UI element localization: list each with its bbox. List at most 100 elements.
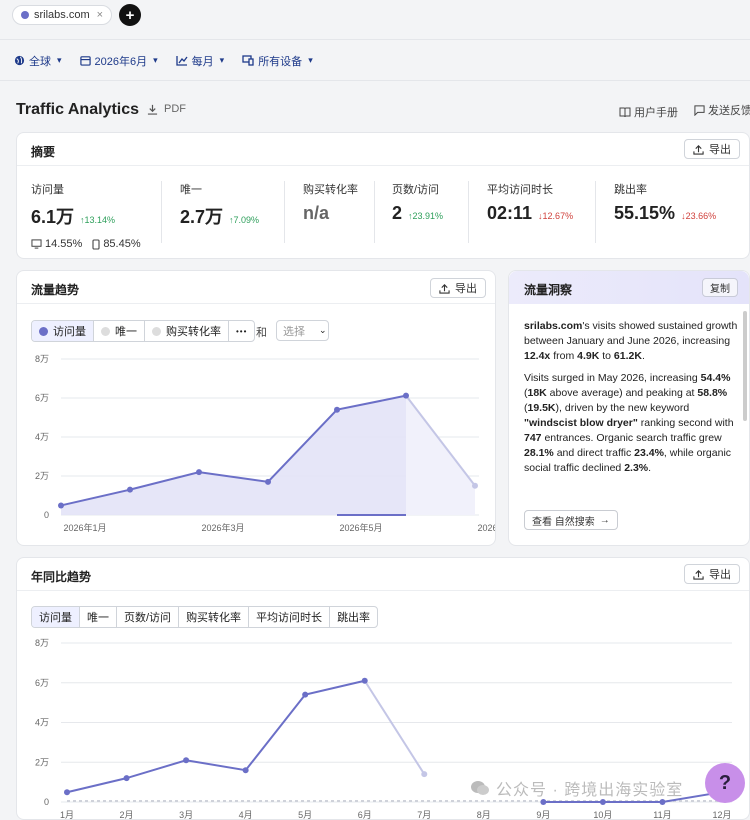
top-bar: srilabs.com × + bbox=[0, 0, 750, 40]
trend-export-button[interactable]: 导出 bbox=[430, 278, 486, 298]
compare-select[interactable]: 选择 ⌄ bbox=[276, 320, 329, 341]
metric-number: 55.15% bbox=[614, 203, 676, 223]
filter-region[interactable]: 全球 ▾ bbox=[14, 53, 62, 69]
metric-delta: ↑13.14% bbox=[80, 215, 116, 225]
watermark-text: 公众号 · 跨境出海实验室 bbox=[496, 782, 684, 799]
radio-icon bbox=[101, 326, 110, 336]
divider bbox=[468, 181, 469, 243]
y-tick-label: 8万 bbox=[35, 354, 49, 364]
insight-paragraph: Visits surged in May 2026, increasing 54… bbox=[524, 371, 738, 476]
domain-label: srilabs.com bbox=[34, 9, 90, 21]
book-icon bbox=[619, 107, 631, 117]
insight-header: 流量洞察 复制 bbox=[509, 271, 749, 304]
summary-title: 摘要 bbox=[31, 145, 56, 159]
tab-label: 唯一 bbox=[115, 326, 137, 338]
x-tick-label: 4月 bbox=[239, 810, 253, 820]
pdf-label: PDF bbox=[164, 103, 186, 115]
insight-title: 流量洞察 bbox=[524, 283, 573, 297]
tab-conversion[interactable]: 购买转化率 bbox=[145, 321, 229, 341]
traffic-trend-card: 流量趋势 导出 访问量 唯一 购买转化率 ••• 和 选择 ⌄ 8万 6万 4万 2万… bbox=[16, 270, 496, 546]
metric-number: 02:11 bbox=[487, 203, 533, 223]
tab-avg-duration[interactable]: 平均访问时长 bbox=[249, 607, 331, 627]
upload-icon bbox=[693, 144, 704, 155]
metric-value: 2 ↑23.91% bbox=[392, 203, 443, 224]
tab-visits[interactable]: 访问量 bbox=[32, 607, 80, 627]
help-button[interactable]: ? bbox=[705, 763, 745, 803]
x-tick-label: 6月 bbox=[358, 810, 372, 820]
divider bbox=[595, 181, 596, 243]
tab-conversion[interactable]: 购买转化率 bbox=[179, 607, 250, 627]
metric-delta: ↓12.67% bbox=[538, 211, 574, 221]
divider bbox=[374, 181, 375, 243]
filter-granularity[interactable]: 每月 ▾ bbox=[176, 53, 224, 69]
filter-devices[interactable]: 所有设备 ▾ bbox=[242, 53, 313, 69]
data-point bbox=[64, 789, 70, 796]
metric-number: 2.7万 bbox=[180, 207, 224, 227]
metric-number: 6.1万 bbox=[31, 207, 75, 227]
metric-label: 页数/访问 bbox=[392, 184, 440, 196]
highlight: 28.1% bbox=[524, 447, 554, 459]
data-point bbox=[472, 482, 478, 489]
more-options-button[interactable]: ••• bbox=[229, 321, 254, 341]
chat-icon bbox=[694, 104, 705, 116]
chevron-down-icon: ▾ bbox=[308, 55, 313, 65]
feedback-button[interactable]: 发送反馈 bbox=[694, 102, 750, 118]
feedback-label: 发送反馈 bbox=[708, 105, 750, 117]
x-tick-label: 2026年3月 bbox=[201, 522, 244, 533]
x-tick-label: 1月 bbox=[60, 810, 74, 820]
data-point bbox=[302, 691, 309, 698]
domain-chip[interactable]: srilabs.com × bbox=[12, 5, 113, 25]
pdf-download-button[interactable]: PDF bbox=[147, 103, 186, 115]
watermark: 公众号 · 跨境出海实验室 bbox=[470, 776, 683, 800]
tab-bounce-rate[interactable]: 跳出率 bbox=[330, 607, 377, 627]
data-point bbox=[334, 406, 340, 413]
text: to bbox=[599, 350, 614, 362]
devices-icon bbox=[242, 55, 254, 66]
metric-delta: ↑7.09% bbox=[229, 215, 260, 225]
copy-button[interactable]: 复制 bbox=[702, 278, 738, 297]
tab-unique[interactable]: 唯一 bbox=[94, 321, 145, 341]
user-manual-button[interactable]: 用户手册 bbox=[619, 104, 678, 120]
filter-region-label: 全球 bbox=[29, 55, 51, 68]
add-domain-button[interactable]: + bbox=[119, 4, 141, 26]
text: and direct traffic bbox=[553, 447, 635, 459]
filter-devices-label: 所有设备 bbox=[258, 55, 303, 68]
tab-visits[interactable]: 访问量 bbox=[32, 321, 94, 341]
view-label: 查看 自然搜索 bbox=[532, 516, 595, 528]
summary-export-button[interactable]: 导出 bbox=[684, 139, 740, 159]
title-bar: Traffic Analytics PDF 用户手册 发送反馈 bbox=[0, 82, 750, 132]
y-tick-label: 4万 bbox=[35, 718, 49, 728]
y-tick-label: 2万 bbox=[35, 757, 49, 767]
x-tick-label: 5月 bbox=[298, 810, 312, 820]
metric-number: 2 bbox=[392, 203, 403, 223]
highlight: 19.5K bbox=[527, 402, 556, 414]
radio-icon bbox=[39, 326, 48, 336]
trend-title: 流量趋势 bbox=[31, 283, 80, 297]
tab-pages-per-visit[interactable]: 页数/访问 bbox=[117, 607, 180, 627]
wechat-icon bbox=[471, 781, 489, 795]
x-tick-label: 3月 bbox=[179, 810, 193, 820]
upload-icon bbox=[693, 569, 704, 580]
data-point bbox=[403, 392, 409, 399]
close-icon[interactable]: × bbox=[97, 9, 103, 21]
highlight: "windscist blow dryer" bbox=[524, 417, 638, 429]
data-point bbox=[183, 757, 190, 764]
text: above average) and peaking at bbox=[546, 387, 698, 399]
filter-date[interactable]: 2026年6月 ▾ bbox=[79, 53, 158, 69]
metric-avg-duration: 平均访问时长 02:11 ↓12.67% bbox=[487, 181, 573, 224]
scrollbar[interactable] bbox=[743, 311, 747, 421]
y-tick-label: 4万 bbox=[35, 432, 49, 442]
yoy-export-button[interactable]: 导出 bbox=[684, 564, 740, 584]
desktop-share: 14.55% bbox=[31, 238, 82, 250]
view-organic-search-button[interactable]: 查看 自然搜索 → bbox=[524, 510, 618, 530]
text: ), driven by the new keyword bbox=[555, 402, 690, 414]
data-point bbox=[265, 478, 271, 485]
metric-unique: 唯一 2.7万 ↑7.09% bbox=[180, 181, 259, 229]
metric-visits: 访问量 6.1万 ↑13.14% 14.55% 85.45% bbox=[31, 181, 141, 250]
mobile-icon bbox=[92, 238, 100, 250]
data-point bbox=[421, 771, 428, 778]
tab-unique[interactable]: 唯一 bbox=[80, 607, 117, 627]
trend-metric-tabs: 访问量 唯一 购买转化率 ••• bbox=[31, 320, 256, 342]
metric-delta: ↓23.66% bbox=[681, 211, 717, 221]
chevron-down-icon: ▾ bbox=[57, 55, 62, 65]
